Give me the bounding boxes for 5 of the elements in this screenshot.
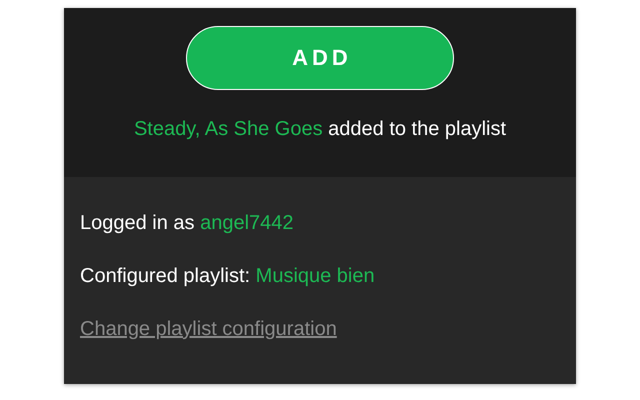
change-playlist-link[interactable]: Change playlist configuration [80, 317, 337, 341]
status-message: Steady, As She Goes added to the playlist [134, 118, 506, 141]
login-status: Logged in as angel7442 [80, 211, 295, 235]
playlist-info: Configured playlist: Musique bien [80, 264, 376, 288]
add-button[interactable]: ADD [186, 26, 454, 90]
